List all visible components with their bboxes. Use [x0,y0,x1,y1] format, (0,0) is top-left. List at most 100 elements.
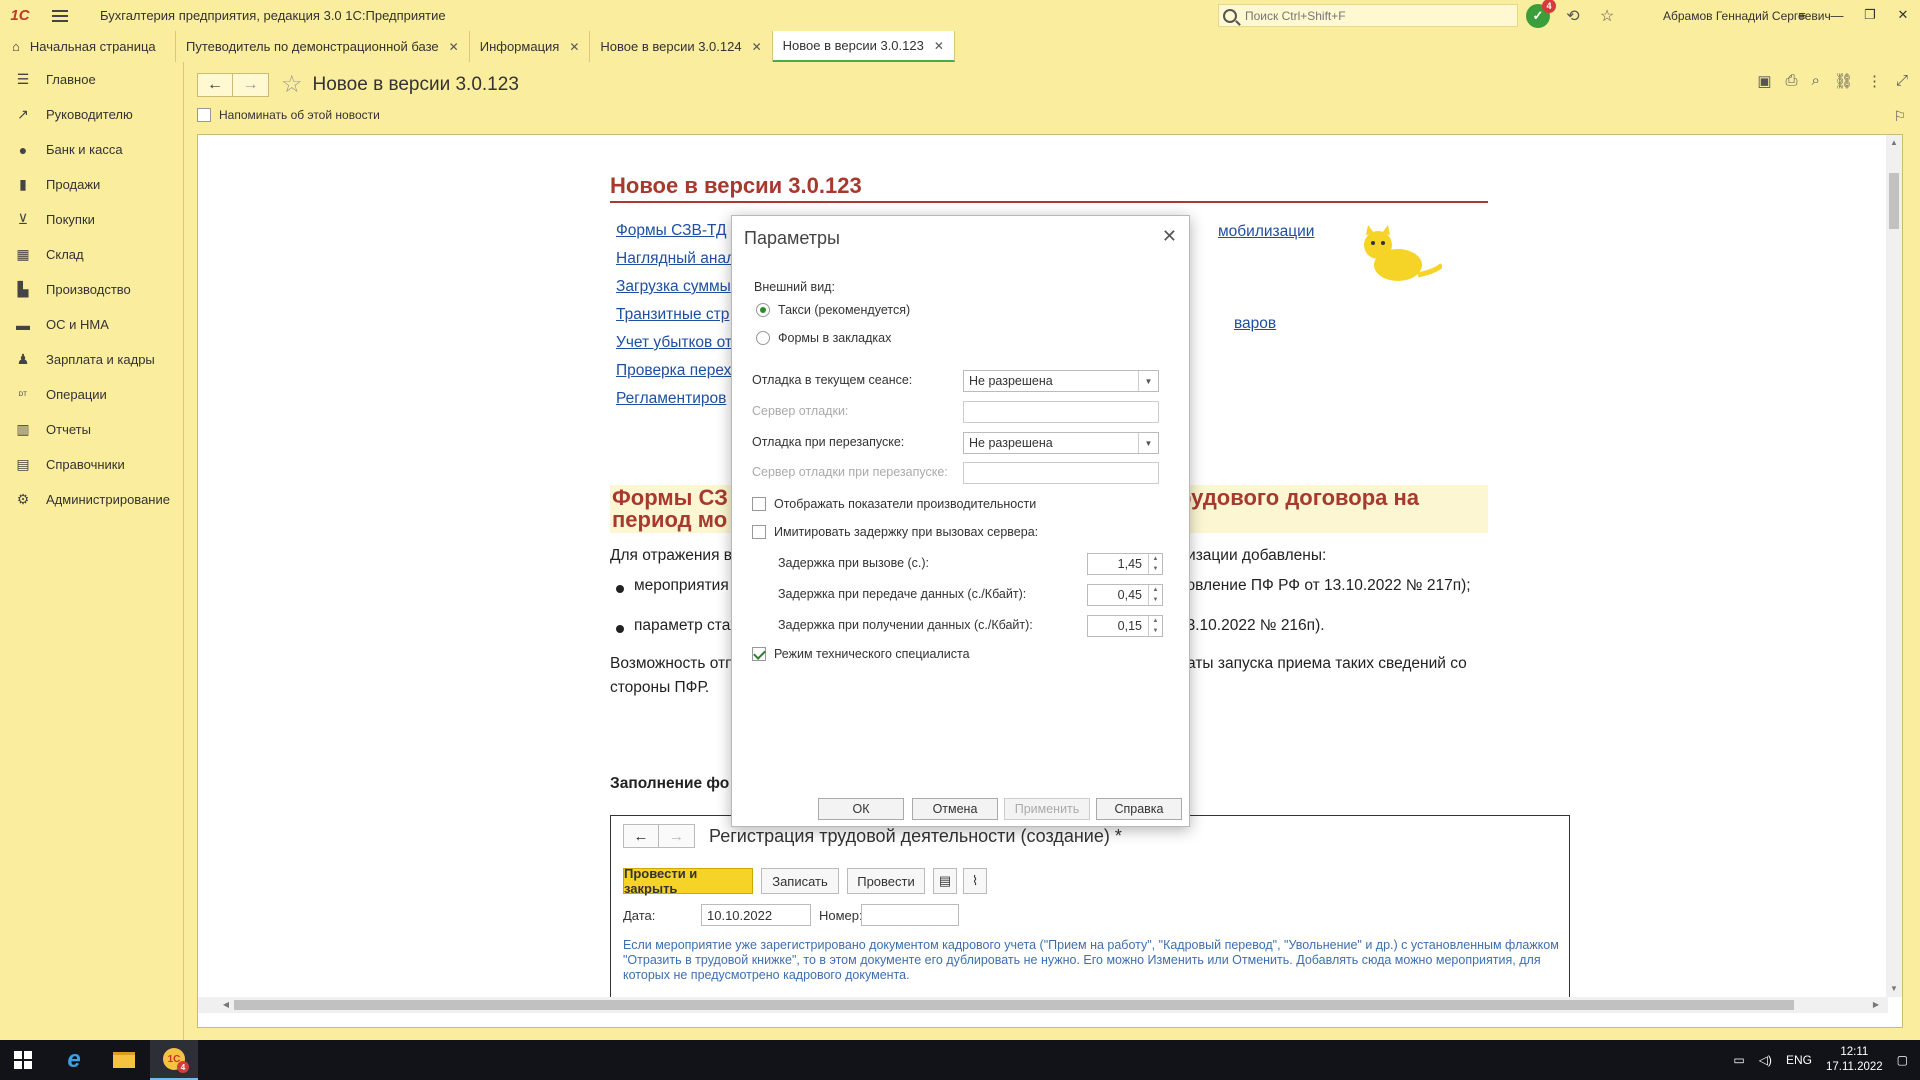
vertical-scrollbar[interactable]: ▲ ▼ [1886,135,1902,997]
show-perf-checkbox[interactable] [752,497,766,511]
spin-arrows-icon[interactable]: ▲ ▼ [1148,616,1162,636]
radio-button[interactable] [756,331,770,345]
scroll-right-icon[interactable]: ▶ [1868,997,1884,1013]
expand-icon[interactable]: ⤢ [1896,72,1908,90]
network-icon[interactable]: ▭ [1733,1053,1744,1067]
close-tab-icon[interactable]: ✕ [752,40,762,54]
explorer-icon[interactable] [100,1040,148,1080]
remind-checkbox-row[interactable]: Напоминать об этой новости [197,108,380,122]
spin-value: 0,15 [1117,619,1142,633]
history-icon[interactable]: ⟲ [1562,5,1584,27]
tech-mode-checkbox[interactable] [752,647,766,661]
notifications-icon[interactable]: ✓ 4 [1526,0,1556,28]
chevron-down-icon[interactable]: ▼ [1138,433,1158,453]
sidebar-item-bank[interactable]: ● Банк и касса [0,132,183,167]
sidebar-item-label: Продажи [46,177,101,192]
sidebar-item-operations[interactable]: ᴰᵀ Операции [0,377,183,412]
news-link[interactable]: Загрузка суммы [616,273,735,301]
minimize-icon[interactable]: — [1822,4,1852,26]
recv-delay-field[interactable]: 0,15 ▲ ▼ [1087,615,1163,637]
debug-restart-select[interactable]: Не разрешена ▼ [963,432,1159,454]
language-indicator[interactable]: ENG [1786,1053,1812,1067]
tab-home[interactable]: ⌂ Начальная страница [0,31,176,62]
radio-tabs[interactable]: Формы в закладках [756,331,891,345]
spin-arrows-icon[interactable]: ▲ ▼ [1148,585,1162,605]
clock[interactable]: 12:11 17.11.2022 [1826,1045,1883,1075]
sidebar-item-reports[interactable]: ▥ Отчеты [0,412,183,447]
paragraph-text: мероприятия П [634,577,745,594]
tab-info[interactable]: Информация ✕ [470,31,591,62]
news-link[interactable]: Формы СЗВ-ТД [616,217,735,245]
simulate-delay-checkbox[interactable] [752,525,766,539]
flag-icon[interactable]: ⚐ [1893,108,1906,125]
news-link[interactable]: Учет убытков от [616,329,735,357]
favorites-icon[interactable]: ☆ [1596,5,1618,27]
restore-icon[interactable]: ❐ [1855,4,1885,26]
debug-session-select[interactable]: Не разрешена ▼ [963,370,1159,392]
scroll-left-icon[interactable]: ◀ [218,997,234,1013]
scroll-thumb[interactable] [234,1000,1794,1010]
search-input[interactable] [1245,8,1505,23]
sidebar-item-catalogs[interactable]: ▤ Справочники [0,447,183,482]
horizontal-scrollbar[interactable]: ◀ ▶ [198,997,1888,1013]
scroll-down-icon[interactable]: ▼ [1886,981,1902,997]
sidebar-item-purchases[interactable]: ⊻ Покупки [0,202,183,237]
sidebar-item-assets[interactable]: ▬ ОС и НМА [0,307,183,342]
close-icon[interactable]: ✕ [1162,226,1177,247]
windows-start-icon[interactable] [14,1051,32,1069]
1c-app-icon[interactable]: 1С 4 [150,1040,198,1080]
close-tab-icon[interactable]: ✕ [569,40,579,54]
tab-version-123[interactable]: Новое в версии 3.0.123 ✕ [772,31,955,62]
news-link[interactable]: Наглядный анал [616,245,735,273]
favorite-star-icon[interactable]: ☆ [281,70,303,99]
link-icon[interactable]: ⛓ [1834,72,1853,90]
save-icon[interactable]: ▣ [1757,72,1771,90]
notification-center-icon[interactable]: ▢ [1897,1053,1908,1067]
news-link-tail[interactable]: мобилизации [1218,223,1314,241]
more-icon[interactable]: ⋮ [1867,72,1882,90]
sidebar-item-manager[interactable]: ↗ Руководителю [0,97,183,132]
search-box[interactable] [1218,4,1518,27]
close-tab-icon[interactable]: ✕ [449,40,459,54]
label-text: Сервер отладки: [752,404,849,418]
sidebar-item-payroll[interactable]: ♟ Зарплата и кадры [0,342,183,377]
show-perf-row[interactable]: Отображать показатели производительности [752,497,1036,511]
volume-icon[interactable]: ◁) [1759,1053,1772,1067]
sidebar-item-production[interactable]: ▙ Производство [0,272,183,307]
tech-mode-row[interactable]: Режим технического специалиста [752,647,970,661]
print-icon[interactable]: ⎙ [1786,72,1798,90]
scroll-thumb[interactable] [1889,173,1899,229]
settings-menu-icon[interactable]: ≡ [1787,4,1817,26]
preview-icon[interactable]: ⌕ [1812,72,1820,90]
spin-arrows-icon[interactable]: ▲ ▼ [1148,554,1162,574]
scroll-up-icon[interactable]: ▲ [1886,135,1902,151]
tab-guide[interactable]: Путеводитель по демонстрационной базе ✕ [176,31,470,62]
help-button[interactable]: Справка [1096,798,1182,820]
simulate-delay-row[interactable]: Имитировать задержку при вызовах сервера… [752,525,1038,539]
close-icon[interactable]: ✕ [1888,4,1918,26]
tab-label: Информация [479,39,560,54]
apply-button[interactable]: Применить [1004,798,1090,820]
ie-icon[interactable]: e [50,1040,98,1080]
ok-button[interactable]: ОК [818,798,904,820]
back-button[interactable]: ← [197,72,233,97]
send-delay-field[interactable]: 0,45 ▲ ▼ [1087,584,1163,606]
news-link-tail[interactable]: варов [1234,315,1276,333]
sidebar-item-admin[interactable]: ⚙ Администрирование [0,482,183,517]
news-link[interactable]: Транзитные стр [616,301,735,329]
chevron-down-icon[interactable]: ▼ [1138,371,1158,391]
call-delay-field[interactable]: 1,45 ▲ ▼ [1087,553,1163,575]
radio-taxi[interactable]: Такси (рекомендуется) [756,303,910,317]
remind-checkbox[interactable] [197,108,211,122]
news-link[interactable]: Проверка перех [616,357,735,385]
main-menu-icon[interactable] [52,0,76,31]
forward-button[interactable]: → [233,72,269,97]
close-tab-icon[interactable]: ✕ [934,39,944,53]
news-link[interactable]: Регламентиров [616,385,735,413]
radio-button[interactable] [756,303,770,317]
cancel-button[interactable]: Отмена [912,798,998,820]
sidebar-item-warehouse[interactable]: ▦ Склад [0,237,183,272]
sidebar-item-sales[interactable]: ▮ Продажи [0,167,183,202]
sidebar-item-main[interactable]: ☰ Главное [0,62,183,97]
tab-version-124[interactable]: Новое в версии 3.0.124 ✕ [590,31,773,62]
